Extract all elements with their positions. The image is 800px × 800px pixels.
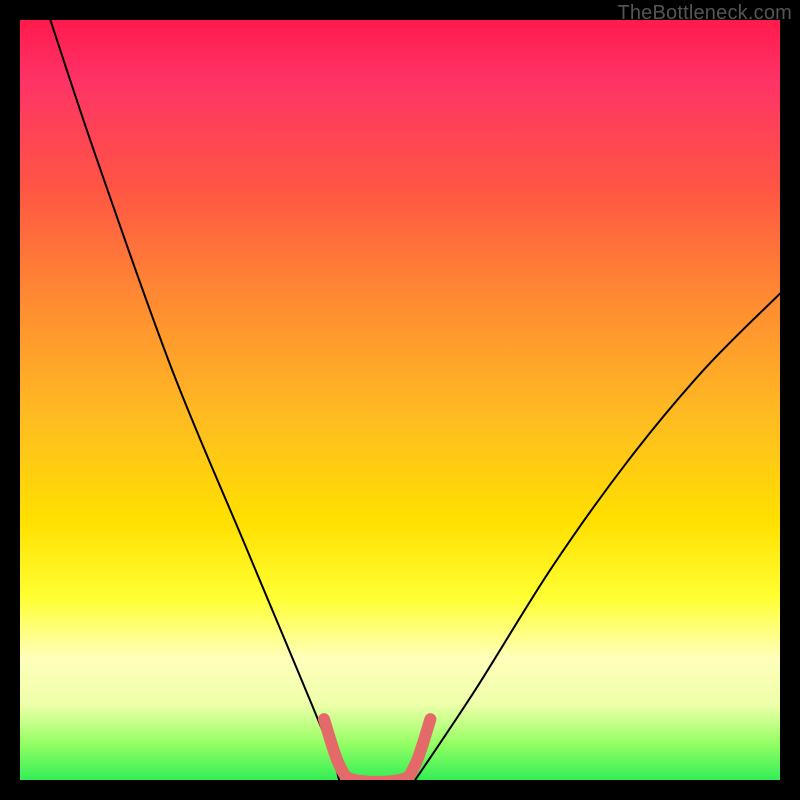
curve-layer (50, 20, 780, 780)
highlight-layer (324, 719, 430, 780)
chart-svg (20, 20, 780, 780)
trough-highlight-line (324, 719, 430, 780)
chart-frame: TheBottleneck.com (0, 0, 800, 800)
curve-left-line (50, 20, 339, 780)
plot-area (20, 20, 780, 780)
curve-right-line (415, 294, 780, 780)
